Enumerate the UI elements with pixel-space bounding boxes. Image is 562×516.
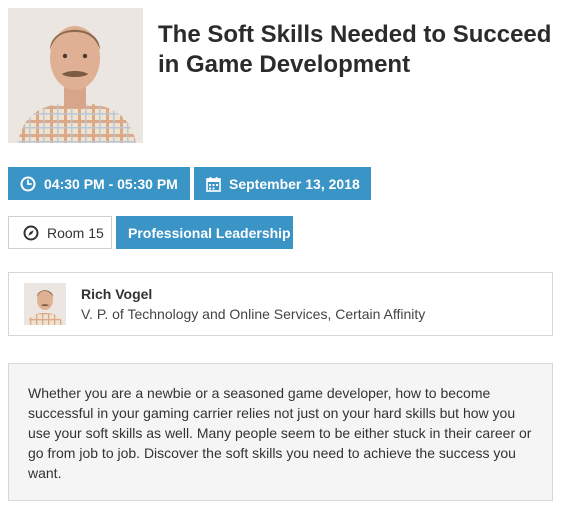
session-title: The Soft Skills Needed to Succeed in Gam… xyxy=(158,21,552,78)
speaker-avatar[interactable] xyxy=(24,283,66,325)
session-room-text: Room 15 xyxy=(47,224,104,241)
speaker-name[interactable]: Rich Vogel xyxy=(81,286,152,302)
session-time-text: 04:30 PM - 05:30 PM xyxy=(44,175,178,192)
speaker-role: V. P. of Technology and Online Services,… xyxy=(81,306,426,322)
session-track-link[interactable]: Professional Leadership xyxy=(116,216,293,249)
session-description: Whether you are a newbie or a seasoned g… xyxy=(28,385,532,481)
session-track-text[interactable]: Professional Leadership xyxy=(128,225,291,241)
speaker-avatar-image xyxy=(24,283,66,325)
session-date-text: September 13, 2018 xyxy=(229,175,360,192)
session-speaker-photo xyxy=(8,8,143,143)
speaker-photo-image xyxy=(8,8,143,143)
compass-icon xyxy=(23,225,39,241)
speaker-card: Rich Vogel V. P. of Technology and Onlin… xyxy=(8,272,553,336)
session-description-box: Whether you are a newbie or a seasoned g… xyxy=(8,363,553,501)
clock-icon xyxy=(20,176,36,192)
session-time-badge: 04:30 PM - 05:30 PM xyxy=(8,167,190,200)
calendar-icon xyxy=(206,176,221,192)
session-date-badge: September 13, 2018 xyxy=(194,167,371,200)
session-room-badge: Room 15 xyxy=(8,216,112,249)
